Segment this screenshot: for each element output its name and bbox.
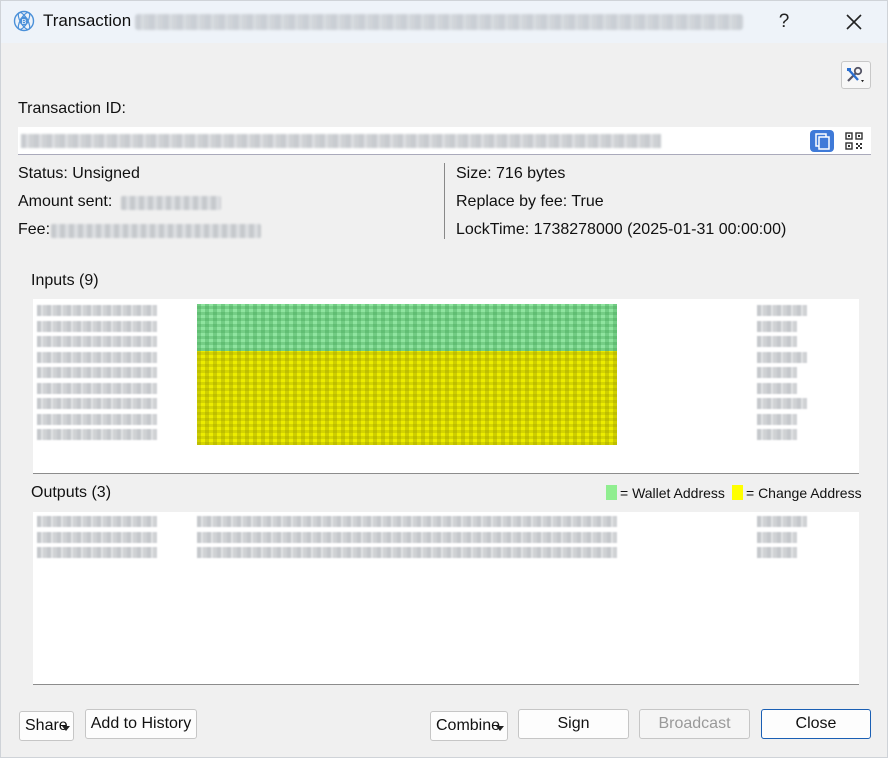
svg-text:B: B bbox=[22, 18, 27, 26]
info-divider bbox=[444, 163, 445, 239]
title-txid-redacted bbox=[135, 14, 743, 30]
amount-sent-label: Amount sent: bbox=[18, 193, 113, 210]
add-to-history-button[interactable]: Add to History bbox=[85, 709, 197, 739]
help-button[interactable]: ? bbox=[769, 7, 799, 37]
electrum-logo-icon: B bbox=[13, 10, 35, 32]
copy-icon bbox=[815, 133, 830, 150]
row-amount-redacted bbox=[757, 305, 807, 316]
fee-redacted bbox=[51, 224, 261, 238]
txid-value-redacted bbox=[21, 134, 661, 148]
row-outpoint-redacted bbox=[37, 367, 157, 378]
broadcast-button[interactable]: Broadcast bbox=[639, 709, 750, 739]
row-address-redacted bbox=[197, 516, 617, 527]
chevron-down-icon bbox=[496, 726, 504, 731]
outputs-label: Outputs (3) bbox=[31, 484, 112, 501]
copy-button[interactable] bbox=[810, 130, 834, 152]
row-outpoint-redacted bbox=[37, 398, 157, 409]
combine-button-label: Combine bbox=[436, 717, 501, 734]
inputs-label: Inputs (9) bbox=[31, 272, 99, 289]
txid-label: Transaction ID: bbox=[18, 100, 126, 117]
close-button[interactable]: Close bbox=[761, 709, 871, 739]
row-outpoint-redacted bbox=[37, 305, 157, 316]
row-address-redacted bbox=[197, 531, 617, 543]
wallet-legend-swatch bbox=[606, 485, 617, 500]
row-outpoint-redacted bbox=[37, 351, 157, 363]
wallet-legend-label: = Wallet Address bbox=[620, 485, 725, 501]
close-icon[interactable] bbox=[839, 7, 869, 37]
row-outpoint-redacted bbox=[37, 516, 157, 527]
fee-label: Fee: bbox=[18, 221, 51, 238]
locktime-text: LockTime: 1738278000 (2025-01-31 00:00:0… bbox=[456, 221, 787, 238]
wallet-address-highlight bbox=[197, 304, 617, 351]
share-button[interactable]: Share bbox=[19, 711, 74, 741]
tools-menu-button[interactable] bbox=[841, 61, 871, 89]
title-bar: B Transaction ? bbox=[1, 1, 887, 43]
row-amount-redacted bbox=[757, 367, 797, 378]
row-amount-redacted bbox=[757, 398, 807, 409]
rbf-text: Replace by fee: True bbox=[456, 193, 604, 210]
row-amount-redacted bbox=[757, 320, 797, 332]
qr-code-icon[interactable] bbox=[844, 131, 864, 151]
row-amount-redacted bbox=[757, 351, 807, 363]
txid-field[interactable] bbox=[18, 127, 871, 155]
row-outpoint-redacted bbox=[37, 429, 157, 440]
row-address-redacted bbox=[197, 547, 617, 558]
window-title: Transaction bbox=[43, 11, 132, 30]
combine-button[interactable]: Combine bbox=[430, 711, 508, 741]
tools-icon bbox=[847, 66, 864, 83]
row-amount-redacted bbox=[757, 382, 797, 394]
transaction-dialog: B Transaction ? Transaction ID: Status: … bbox=[0, 0, 888, 758]
outputs-list[interactable] bbox=[33, 512, 859, 685]
size-text: Size: 716 bytes bbox=[456, 165, 566, 182]
status-text: Status: Unsigned bbox=[18, 165, 140, 182]
change-legend-swatch bbox=[732, 485, 743, 500]
inputs-list[interactable] bbox=[33, 299, 859, 474]
row-outpoint-redacted bbox=[37, 531, 157, 543]
row-outpoint-redacted bbox=[37, 547, 157, 558]
row-outpoint-redacted bbox=[37, 336, 157, 347]
row-amount-redacted bbox=[757, 413, 797, 425]
row-amount-redacted bbox=[757, 429, 797, 440]
row-amount-redacted bbox=[757, 531, 797, 543]
row-outpoint-redacted bbox=[37, 320, 157, 332]
change-address-highlight bbox=[197, 351, 617, 445]
row-amount-redacted bbox=[757, 547, 797, 558]
row-outpoint-redacted bbox=[37, 382, 157, 394]
sign-button[interactable]: Sign bbox=[518, 709, 629, 739]
row-amount-redacted bbox=[757, 336, 797, 347]
change-legend-label: = Change Address bbox=[746, 485, 862, 501]
amount-sent-redacted bbox=[121, 196, 221, 210]
row-amount-redacted bbox=[757, 516, 807, 527]
row-outpoint-redacted bbox=[37, 413, 157, 425]
chevron-down-icon bbox=[62, 726, 70, 731]
